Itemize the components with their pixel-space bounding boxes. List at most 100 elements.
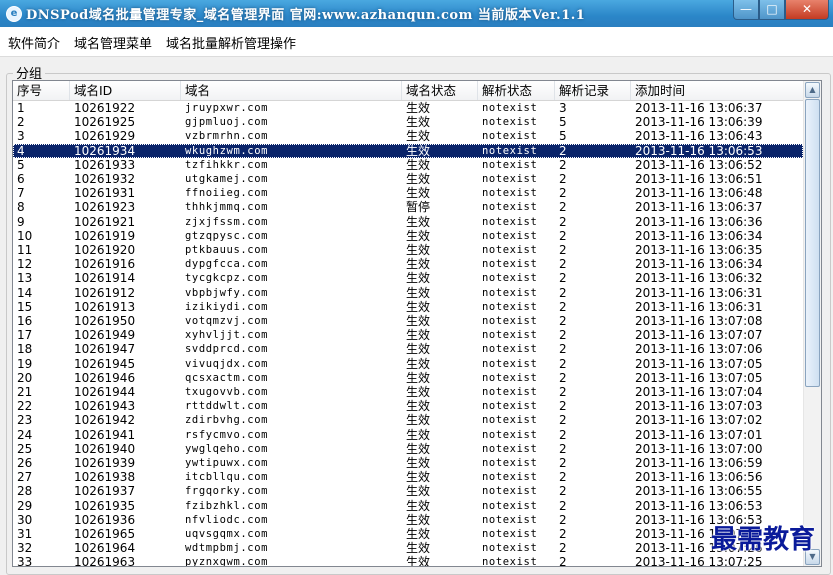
cell-domain-status: 生效 <box>406 484 431 499</box>
cell-resolution-status: notexist <box>482 102 538 114</box>
scroll-up-icon[interactable]: ▲ <box>805 82 820 98</box>
cell-index: 26 <box>17 456 33 470</box>
table-row[interactable]: 26 10261939 ywtipuwx.com 生效 notexist 2 2013-11… <box>13 456 803 470</box>
cell-domain-status: 生效 <box>406 243 431 257</box>
cell-domain-id: 10261938 <box>74 470 136 485</box>
table-row[interactable]: 21 10261944 txugovvb.com 生效 notexist 2 2013-11… <box>13 385 803 399</box>
table-row[interactable]: 16 10261950 votqmzvj.com 生效 notexist 2 2013-11… <box>13 314 803 328</box>
table-row[interactable]: 7 10261931 ffnoiieg.com 生效 notexist 2 2013-11-… <box>13 186 803 200</box>
cell-index: 32 <box>17 541 33 556</box>
cell-resolution-status: notexist <box>482 386 538 398</box>
cell-domain-status: 生效 <box>406 356 431 371</box>
close-button[interactable]: ✕ <box>785 0 829 20</box>
cell-domain-status: 生效 <box>406 470 431 485</box>
table-row[interactable]: 20 10261946 qcsxactm.com 生效 notexist 2 2013-11… <box>13 371 803 385</box>
table-row[interactable]: 24 10261941 rsfycmvo.com 生效 notexist 2 2013-11… <box>13 428 803 442</box>
column-header-added-time[interactable]: 添加时间 <box>631 81 803 100</box>
cell-domain-id: 10261935 <box>74 498 136 513</box>
column-header-domain[interactable]: 域名 <box>181 81 402 100</box>
table-row[interactable]: 29 10261935 fzibzhkl.com 生效 notexist 2 2013-11… <box>13 499 803 513</box>
cell-domain-id: 10261963 <box>74 555 136 567</box>
cell-resolution-status: notexist <box>482 414 538 427</box>
menu-domain-management[interactable]: 域名管理菜单 <box>74 33 152 52</box>
column-header-records[interactable]: 解析记录 <box>555 81 631 100</box>
cell-added-time: 2013-11-16 13:06:39 <box>635 115 763 130</box>
column-header-domain-status[interactable]: 域名状态 <box>402 81 478 100</box>
table-row[interactable]: 19 10261945 vivuqjdx.com 生效 notexist 2 2013-11… <box>13 357 803 371</box>
cell-resolution-status: notexist <box>482 272 538 285</box>
cell-added-time: 2013-11-16 13:07:02 <box>635 413 763 428</box>
watermark-logo: 最需教育 <box>711 525 816 555</box>
cell-records: 5 <box>559 129 567 144</box>
table-row[interactable]: 1 10261922 jruypxwr.com 生效 notexist 3 2013-11-… <box>13 101 803 115</box>
column-header-resolution-status[interactable]: 解析状态 <box>478 81 555 100</box>
cell-domain-status: 生效 <box>406 157 431 172</box>
cell-index: 29 <box>17 498 33 513</box>
vertical-scrollbar[interactable]: ▲ ▼ <box>803 81 821 566</box>
table-row[interactable]: 23 10261942 zdirbvhg.com 生效 notexist 2 2013-11… <box>13 413 803 427</box>
menu-batch-resolution[interactable]: 域名批量解析管理操作 <box>166 33 296 52</box>
cell-domain-status: 生效 <box>406 101 431 115</box>
domain-list[interactable]: 序号 域名ID 域名 域名状态 解析状态 解析记录 添加时间 1 10261922… <box>12 80 822 567</box>
column-header-domain-id[interactable]: 域名ID <box>70 81 181 100</box>
cell-domain: nfvliodc.com <box>185 513 269 526</box>
cell-domain-status: 生效 <box>406 271 431 286</box>
cell-resolution-status: notexist <box>482 286 538 299</box>
maximize-button[interactable]: □ <box>759 0 785 20</box>
cell-index: 7 <box>17 186 25 201</box>
table-row[interactable]: 32 10261964 wdtmpbmj.com 生效 notexist 2 2013-11… <box>13 541 803 555</box>
table-row[interactable]: 31 10261965 uqvsgqmx.com 生效 notexist 2 2013-11… <box>13 527 803 541</box>
table-row[interactable]: 10 10261919 gtzqpysc.com 生效 notexist 2 2013-11… <box>13 229 803 243</box>
table-row[interactable]: 13 10261914 tycgkcpz.com 生效 notexist 2 2013-11… <box>13 271 803 285</box>
minimize-button[interactable]: — <box>733 0 759 20</box>
menu-software-intro[interactable]: 软件简介 <box>8 33 60 52</box>
table-row[interactable]: 2 10261925 gjpmluoj.com 生效 notexist 5 2013-11-… <box>13 115 803 129</box>
table-row[interactable]: 12 10261916 dypgfcca.com 生效 notexist 2 2013-11… <box>13 257 803 271</box>
cell-domain: txugovvb.com <box>185 386 269 398</box>
cell-resolution-status: notexist <box>482 457 538 469</box>
table-row[interactable]: 6 10261932 utgkamej.com 生效 notexist 2 2013-11-… <box>13 172 803 186</box>
cell-resolution-status: notexist <box>482 428 538 441</box>
cell-records: 2 <box>559 427 567 442</box>
table-row[interactable]: 15 10261913 izikiydi.com 生效 notexist 2 2013-11… <box>13 300 803 314</box>
cell-domain-id: 10261946 <box>74 370 136 385</box>
table-row[interactable]: 17 10261949 xyhvljjt.com 生效 notexist 2 2013-11… <box>13 328 803 342</box>
table-row[interactable]: 3 10261929 vzbrmrhn.com 生效 notexist 5 2013-11-… <box>13 129 803 143</box>
table-row[interactable]: 5 10261933 tzfihkkr.com 生效 notexist 2 2013-11-… <box>13 158 803 172</box>
cell-index: 31 <box>17 527 33 541</box>
cell-added-time: 2013-11-16 13:06:34 <box>635 257 763 272</box>
scrollbar-thumb[interactable] <box>805 99 820 387</box>
cell-domain: itcbllqu.com <box>185 471 269 484</box>
table-row[interactable]: 18 10261947 svddprcd.com 生效 notexist 2 2013-11… <box>13 342 803 356</box>
table-row[interactable]: 8 10261923 thhkjmmq.com 暂停 notexist 2 2013-11-… <box>13 200 803 214</box>
table-row[interactable]: 25 10261940 ywglqeho.com 生效 notexist 2 2013-11… <box>13 442 803 456</box>
table-row[interactable]: 27 10261938 itcbllqu.com 生效 notexist 2 2013-11… <box>13 470 803 484</box>
table-row[interactable]: 14 10261912 vbpbjwfy.com 生效 notexist 2 2013-11… <box>13 286 803 300</box>
cell-index: 19 <box>17 356 33 371</box>
cell-domain: gjpmluoj.com <box>185 116 269 129</box>
table-row[interactable]: 9 10261921 zjxjfssm.com 生效 notexist 2 2013-11-… <box>13 215 803 229</box>
cell-records: 2 <box>559 385 567 399</box>
column-header-index[interactable]: 序号 <box>13 81 70 100</box>
cell-domain-status: 生效 <box>406 228 431 243</box>
cell-records: 2 <box>559 172 567 186</box>
cell-index: 11 <box>17 243 33 257</box>
table-row[interactable]: 11 10261920 ptkbauus.com 生效 notexist 2 2013-11… <box>13 243 803 257</box>
table-row[interactable]: 33 10261963 pyznxgwm.com 生效 notexist 2 2013-11… <box>13 555 803 567</box>
cell-records: 2 <box>559 484 567 499</box>
table-row[interactable]: 4 10261934 wkughzwm.com 生效 notexist 2 2013-11-… <box>13 143 803 158</box>
cell-domain: qcsxactm.com <box>185 371 269 384</box>
table-row[interactable]: 28 10261937 frgqorky.com 生效 notexist 2 2013-11… <box>13 484 803 498</box>
cell-resolution-status: notexist <box>482 187 538 200</box>
cell-domain-status: 生效 <box>406 541 431 556</box>
title-bar[interactable]: e DNSPod域名批量管理专家_域名管理界面 官网:www.azhanqun.… <box>0 0 833 27</box>
table-row[interactable]: 30 10261936 nfvliodc.com 生效 notexist 2 2013-11… <box>13 513 803 527</box>
cell-index: 27 <box>17 470 33 485</box>
cell-domain-status: 生效 <box>406 370 431 385</box>
cell-domain-id: 10261923 <box>74 200 136 215</box>
cell-domain-id: 10261925 <box>74 115 136 130</box>
cell-domain-status: 暂停 <box>406 200 431 215</box>
table-row[interactable]: 22 10261943 rttddwlt.com 生效 notexist 2 2013-11… <box>13 399 803 413</box>
cell-index: 5 <box>17 157 25 172</box>
cell-records: 2 <box>559 370 567 385</box>
